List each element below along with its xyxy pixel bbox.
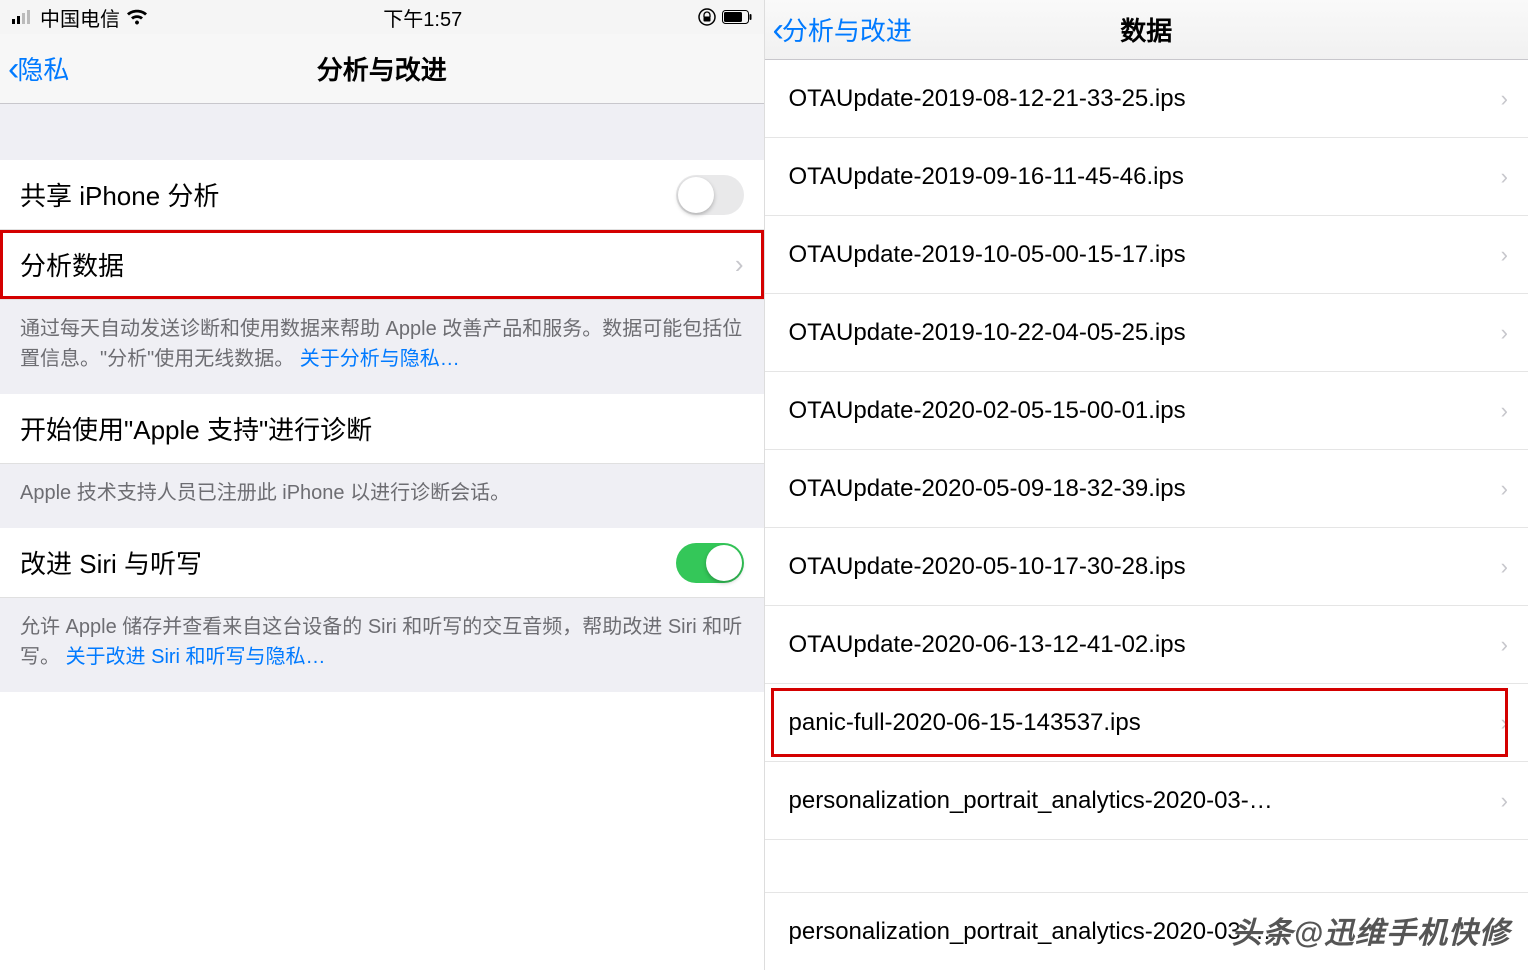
cell-label: 改进 Siri 与听写 (20, 544, 202, 581)
improve-siri-cell[interactable]: 改进 Siri 与听写 (0, 528, 764, 598)
spacer (0, 104, 764, 160)
battery-icon (722, 10, 752, 24)
file-name: OTAUpdate-2020-06-13-12-41-02.ips (789, 631, 1186, 659)
carrier-label: 中国电信 (40, 3, 120, 32)
chevron-right-icon: › (1501, 164, 1508, 190)
analytics-file-list[interactable]: OTAUpdate-2019-08-12-21-33-25.ips›OTAUpd… (765, 60, 1528, 840)
list-item[interactable]: OTAUpdate-2019-10-05-00-15-17.ips › (765, 216, 1528, 294)
status-bar: 中国电信 下午1:57 (0, 0, 764, 34)
chevron-right-icon: › (1501, 320, 1508, 346)
chevron-right-icon: › (1501, 554, 1508, 580)
data-list-screen: ‹ 分析与改进 数据 OTAUpdate-2019-08-12-21-33-25… (765, 0, 1528, 970)
list-item[interactable]: OTAUpdate-2019-09-16-11-45-46.ips › (765, 138, 1528, 216)
chevron-right-icon: › (1501, 710, 1508, 736)
chevron-right-icon: › (1501, 476, 1508, 502)
file-name: OTAUpdate-2020-05-09-18-32-39.ips (789, 475, 1186, 503)
orientation-lock-icon (698, 8, 716, 26)
analytics-data-cell[interactable]: 分析数据 › (0, 230, 764, 300)
siri-privacy-link[interactable]: 关于改进 Siri 和听写与隐私… (66, 646, 326, 668)
footer-text-2: Apple 技术支持人员已注册此 iPhone 以进行诊断会话。 (0, 464, 764, 528)
nav-bar: ‹ 分析与改进 数据 (765, 0, 1528, 60)
chevron-right-icon: › (1501, 398, 1508, 424)
back-label: 分析与改进 (782, 11, 912, 48)
list-item[interactable]: OTAUpdate-2020-02-05-15-00-01.ips › (765, 372, 1528, 450)
back-button[interactable]: ‹ 隐私 (8, 50, 69, 87)
page-title: 分析与改进 (317, 50, 447, 87)
cell-label: 开始使用"Apple 支持"进行诊断 (20, 410, 372, 447)
chevron-right-icon: › (1501, 632, 1508, 658)
share-analytics-toggle[interactable] (676, 175, 744, 215)
wifi-icon (126, 9, 148, 25)
list-item[interactable]: OTAUpdate-2020-05-09-18-32-39.ips › (765, 450, 1528, 528)
back-label: 隐私 (17, 50, 69, 87)
list-item[interactable]: OTAUpdate-2020-05-10-17-30-28.ips › (765, 528, 1528, 606)
file-name: OTAUpdate-2019-08-12-21-33-25.ips (789, 85, 1186, 113)
chevron-right-icon: › (735, 249, 744, 280)
chevron-right-icon: › (1501, 788, 1508, 814)
list-item[interactable]: OTAUpdate-2019-08-12-21-33-25.ips › (765, 60, 1528, 138)
file-name: OTAUpdate-2019-09-16-11-45-46.ips (789, 163, 1184, 191)
signal-icon (12, 10, 34, 24)
cell-label: 共享 iPhone 分析 (20, 176, 219, 213)
cell-label: 分析数据 (20, 246, 124, 283)
list-item[interactable]: OTAUpdate-2019-10-22-04-05-25.ips › (765, 294, 1528, 372)
share-analytics-cell[interactable]: 共享 iPhone 分析 (0, 160, 764, 230)
page-title: 数据 (1120, 11, 1172, 48)
list-item[interactable]: personalization_portrait_analytics-2020-… (765, 762, 1528, 840)
watermark: 头条@迅维手机快修 (1232, 908, 1510, 952)
file-name: OTAUpdate-2019-10-05-00-15-17.ips (789, 241, 1186, 269)
file-name: OTAUpdate-2020-02-05-15-00-01.ips (789, 397, 1186, 425)
file-name: personalization_portrait_analytics-2020-… (789, 787, 1273, 815)
footer-text-3: 允许 Apple 储存并查看来自这台设备的 Siri 和听写的交互音频，帮助改进… (0, 598, 764, 692)
file-name: OTAUpdate-2019-10-22-04-05-25.ips (789, 319, 1186, 347)
time-label: 下午1:57 (383, 3, 462, 32)
improve-siri-toggle[interactable] (676, 543, 744, 583)
chevron-right-icon: › (1501, 86, 1508, 112)
list-item[interactable]: panic-full-2020-06-15-143537.ips › (765, 684, 1528, 762)
chevron-right-icon: › (1501, 242, 1508, 268)
settings-screen: 中国电信 下午1:57 ‹ 隐私 分析与改进 共享 iPhone 分析 分析数据… (0, 0, 765, 970)
support-diagnostics-cell[interactable]: 开始使用"Apple 支持"进行诊断 (0, 394, 764, 464)
nav-bar: ‹ 隐私 分析与改进 (0, 34, 764, 104)
footer-text-1: 通过每天自动发送诊断和使用数据来帮助 Apple 改善产品和服务。数据可能包括位… (0, 300, 764, 394)
back-button[interactable]: ‹ 分析与改进 (773, 11, 912, 48)
analytics-privacy-link[interactable]: 关于分析与隐私… (300, 348, 460, 370)
list-item[interactable]: OTAUpdate-2020-06-13-12-41-02.ips › (765, 606, 1528, 684)
file-name: OTAUpdate-2020-05-10-17-30-28.ips (789, 553, 1186, 581)
file-name: panic-full-2020-06-15-143537.ips (789, 709, 1141, 737)
